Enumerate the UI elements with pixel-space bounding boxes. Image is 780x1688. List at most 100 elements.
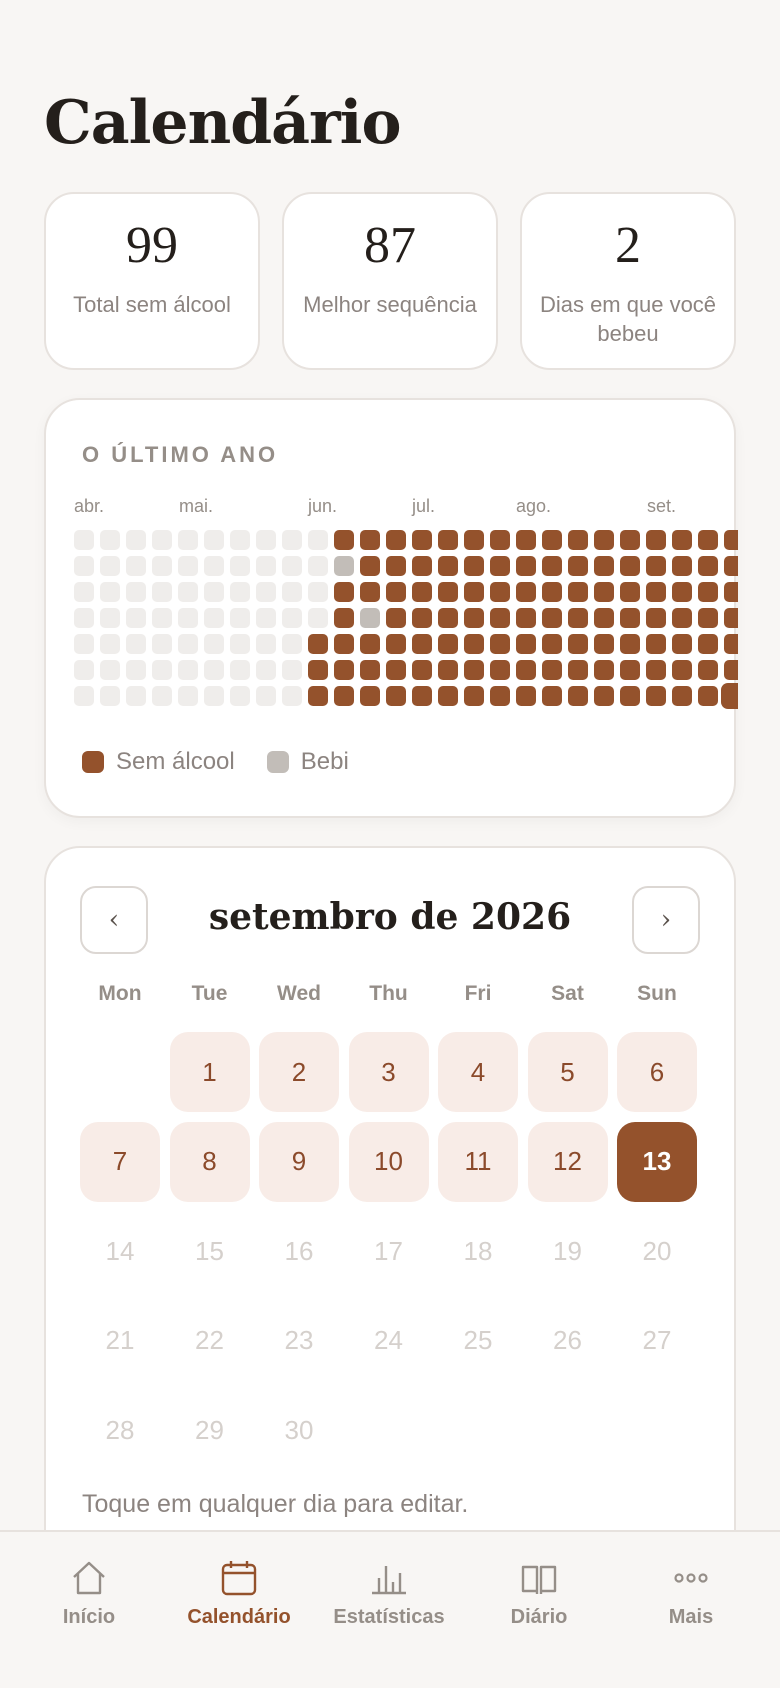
weekday-label: Tue [191, 982, 228, 1005]
heatmap-cell [516, 660, 536, 680]
heatmap-cell [490, 608, 510, 628]
calendar-day[interactable]: 12 [527, 1121, 608, 1202]
heatmap-cell [516, 582, 536, 602]
heatmap-cell [724, 634, 738, 654]
stat-label: Melhor sequência [303, 292, 477, 317]
calendar-day: 17 [374, 1235, 403, 1266]
heatmap-cell [360, 556, 380, 576]
heatmap-cell [100, 686, 120, 706]
heatmap-cell-today [721, 683, 738, 709]
bar-chart-icon [372, 1566, 406, 1595]
heatmap-cell [724, 660, 738, 680]
stat-label: Dias em que você bebeu [539, 292, 717, 346]
calendar-day[interactable]: 4 [438, 1032, 518, 1112]
heatmap-cell [282, 530, 302, 550]
heatmap-cell [438, 556, 458, 576]
heatmap-cell [126, 608, 146, 628]
calendar-day-today[interactable]: 13 [617, 1121, 697, 1202]
tab-label: Início [62, 1606, 116, 1628]
heatmap-cell [412, 634, 432, 654]
heatmap-cell [282, 608, 302, 628]
heatmap-cell [178, 582, 198, 602]
heatmap-cell [412, 582, 432, 602]
calendar-day[interactable]: 9 [259, 1121, 339, 1202]
next-month-button[interactable]: › [632, 886, 700, 954]
heatmap-cell [464, 582, 484, 602]
calendar-day[interactable]: 3 [348, 1032, 429, 1112]
calendar-day[interactable]: 1 [169, 1032, 250, 1112]
heatmap-cell [282, 686, 302, 706]
heatmap-cell [516, 608, 536, 628]
heatmap-cell [568, 634, 588, 654]
heatmap-cell [230, 556, 250, 576]
heatmap-cell [646, 634, 666, 654]
calendar-day: 25 [463, 1325, 493, 1355]
heatmap-cell [438, 608, 458, 628]
tab-calendario[interactable]: Calendário [164, 1558, 314, 1629]
tab-inicio[interactable]: Início [14, 1558, 164, 1629]
heatmap-cell [74, 686, 94, 706]
stat-card-total: 99 Total sem álcool [44, 192, 260, 370]
heatmap-cell [412, 608, 432, 628]
heatmap-cell [698, 660, 718, 680]
calendar-icon [221, 1561, 257, 1596]
heatmap-cell [256, 660, 276, 680]
tab-diario[interactable]: Diário [464, 1558, 614, 1629]
heatmap-cell [386, 660, 406, 680]
heatmap-cell [308, 634, 328, 654]
heatmap-cell [386, 556, 406, 576]
calendar-day[interactable]: 5 [527, 1032, 608, 1112]
heatmap-cell [438, 634, 458, 654]
heatmap-cell [672, 582, 692, 602]
heatmap-cell [360, 530, 380, 550]
heatmap-cell [282, 556, 302, 576]
heatmap-cell [594, 634, 614, 654]
stat-label: Total sem álcool [73, 292, 231, 317]
tab-bar: Início Calendário Estatísticas Diário Ma… [0, 1530, 780, 1688]
heatmap-cell [256, 582, 276, 602]
calendar-day[interactable]: 8 [169, 1121, 250, 1202]
calendar-day: 26 [553, 1325, 582, 1355]
heatmap-cell [308, 530, 328, 550]
month-title: setembro de 2026 [208, 896, 572, 938]
calendar-day[interactable]: 11 [438, 1121, 518, 1202]
calendar-day[interactable]: 10 [348, 1121, 429, 1202]
heatmap-cell [230, 660, 250, 680]
heatmap-cell [178, 556, 198, 576]
heatmap-cell [646, 530, 666, 550]
heatmap-cell [230, 530, 250, 550]
heatmap-cell [204, 660, 224, 680]
heatmap-cell [568, 660, 588, 680]
heatmap-cell [74, 530, 94, 550]
heatmap-cell [256, 686, 276, 706]
heatmap-cell [386, 530, 406, 550]
heatmap-cell [178, 660, 198, 680]
heatmap-cell [152, 582, 172, 602]
heatmap-cell [464, 660, 484, 680]
heatmap-cell [412, 686, 432, 706]
heatmap-cell [386, 608, 406, 628]
heatmap-cell [126, 634, 146, 654]
legend-item-drank: Bebi [266, 748, 349, 776]
heatmap-cell [542, 634, 562, 654]
heatmap-cell [308, 556, 328, 576]
calendar-day: 19 [553, 1235, 582, 1266]
tab-estatisticas[interactable]: Estatísticas [314, 1558, 464, 1629]
heatmap-cell [542, 686, 562, 706]
calendar-day[interactable]: 7 [80, 1121, 160, 1202]
heatmap-cell [230, 582, 250, 602]
tab-label: Estatísticas [333, 1606, 445, 1628]
legend-label: Bebi [300, 748, 349, 775]
tab-mais[interactable]: Mais [616, 1558, 766, 1629]
heatmap-cell [100, 608, 120, 628]
heatmap-cell [204, 582, 224, 602]
heatmap-cell [360, 634, 380, 654]
heatmap-cell [542, 660, 562, 680]
stat-card-best-streak: 87 Melhor sequência [282, 192, 498, 370]
calendar-day[interactable]: 6 [617, 1032, 697, 1112]
heatmap-cell [490, 660, 510, 680]
calendar-day: 24 [374, 1325, 403, 1355]
stats-row: 99 Total sem álcool 87 Melhor sequência … [44, 192, 736, 370]
calendar-day[interactable]: 2 [259, 1032, 339, 1112]
heatmap-cell [490, 634, 510, 654]
